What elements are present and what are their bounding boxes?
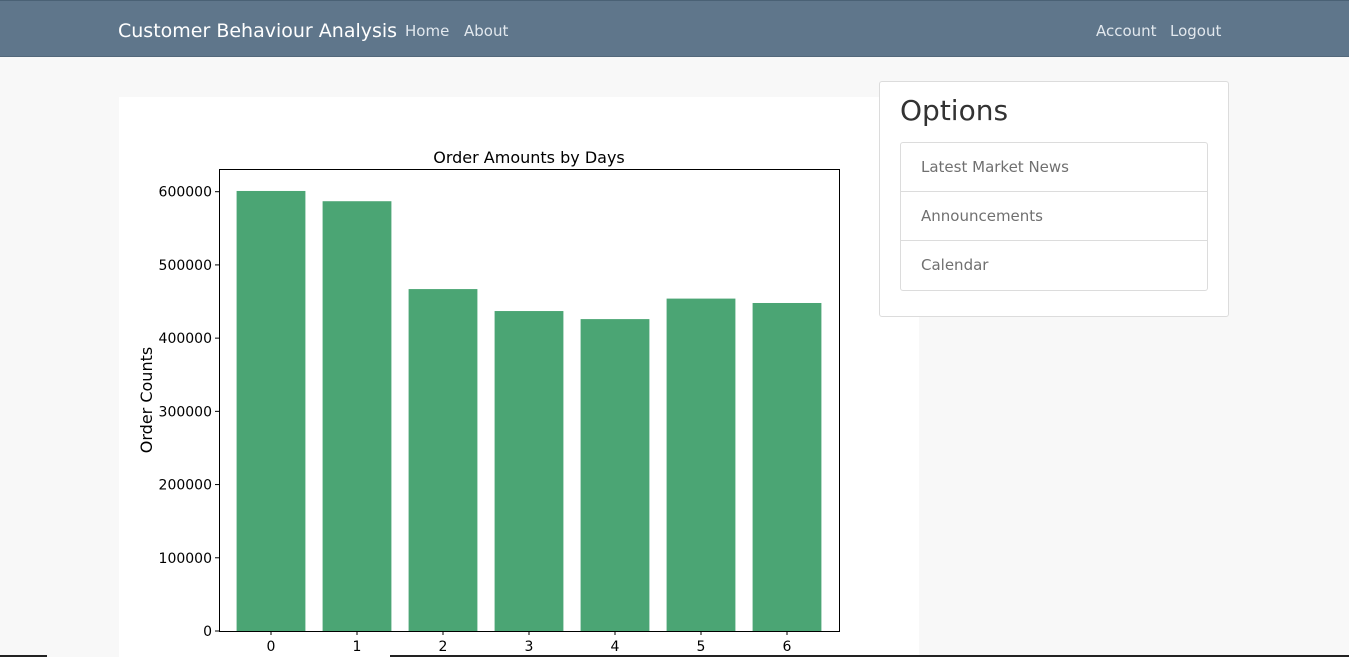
option-calendar[interactable]: Calendar xyxy=(901,241,1207,290)
chart-panel: Order Amounts by Days Order Counts 0 1000… xyxy=(119,97,919,657)
chart-y-tick-label: 300000 xyxy=(159,404,212,420)
options-title: Options xyxy=(900,94,1009,127)
chart-y-tick-label: 200000 xyxy=(159,478,212,494)
nav-link-about[interactable]: About xyxy=(464,21,508,41)
chart-x-tick-label: 1 xyxy=(353,639,362,655)
chart-bar-0 xyxy=(236,190,306,631)
navbar: Customer Behaviour Analysis Home About A… xyxy=(0,0,1349,57)
chart-x-tick-label: 0 xyxy=(267,639,276,655)
chart-y-tick-label: 100000 xyxy=(159,551,212,567)
chart-title: Order Amounts by Days xyxy=(433,148,625,167)
option-announcements[interactable]: Announcements xyxy=(901,192,1207,241)
chart-bar-4 xyxy=(580,319,650,631)
nav-link-account[interactable]: Account xyxy=(1096,21,1157,41)
nav-link-logout[interactable]: Logout xyxy=(1170,21,1221,41)
chart-x-tick-label: 2 xyxy=(439,639,448,655)
chart-y-tick-label: 500000 xyxy=(159,258,212,274)
chart-bar-2 xyxy=(408,289,478,631)
chart-y-tick-label: 0 xyxy=(203,624,212,640)
option-latest-market-news[interactable]: Latest Market News xyxy=(901,143,1207,192)
nav-link-home[interactable]: Home xyxy=(405,21,449,41)
order-amounts-chart: Order Amounts by Days Order Counts 0 1000… xyxy=(137,148,840,655)
options-list: Latest Market News Announcements Calenda… xyxy=(900,142,1208,291)
chart-bar-1 xyxy=(322,201,392,632)
chart-x-tick-label: 4 xyxy=(611,639,620,655)
chart-y-axis-label: Order Counts xyxy=(137,347,156,453)
chart-x-tick-label: 6 xyxy=(783,639,792,655)
chart-bar-6 xyxy=(752,302,822,631)
chart-y-tick-label: 400000 xyxy=(159,331,212,347)
chart-bar-3 xyxy=(494,311,564,631)
chart-y-tick-label: 600000 xyxy=(159,185,212,201)
chart-x-tick-label: 5 xyxy=(697,639,706,655)
chart-bar-5 xyxy=(666,298,736,631)
chart-x-tick-label: 3 xyxy=(525,639,534,655)
brand-title[interactable]: Customer Behaviour Analysis xyxy=(118,19,397,43)
options-card: Options Latest Market News Announcements… xyxy=(879,81,1229,317)
